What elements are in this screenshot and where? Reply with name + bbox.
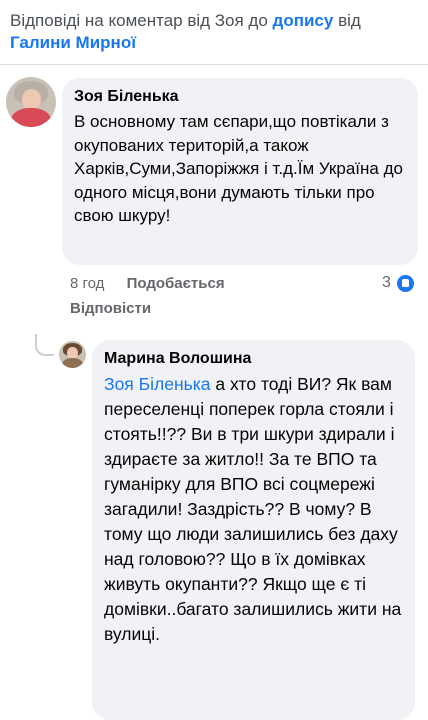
header-divider (0, 64, 428, 65)
header-middle: від (333, 11, 361, 30)
header-prefix: Відповіді на коментар від Зоя до (10, 11, 273, 30)
reaction-count: 3 (382, 274, 391, 291)
comment-text: В основному там сєпари,що повтікали з ок… (74, 112, 403, 225)
author-link[interactable]: Галини Мирної (10, 33, 136, 52)
reply-body: а хто тоді ВИ? Як вам переселенці попере… (104, 374, 402, 644)
like-button[interactable]: Подобається (127, 274, 225, 294)
avatar[interactable] (59, 341, 86, 368)
mention-link[interactable]: Зоя Біленька (104, 374, 211, 394)
avatar[interactable] (6, 77, 56, 127)
post-link[interactable]: допису (273, 11, 334, 30)
comment-thread-header: Відповіді на коментар від Зоя до допису … (10, 10, 418, 54)
reply-text: Зоя Біленька а хто тоді ВИ? Як вам перес… (104, 372, 403, 647)
comment-actions: 8 год Подобається (70, 274, 418, 294)
reply-bubble: Марина Волошина Зоя Біленька а хто тоді … (92, 340, 415, 720)
reply-button[interactable]: Відповісти (70, 300, 151, 317)
reaction-summary[interactable]: 3 (382, 274, 415, 292)
reply-author[interactable]: Марина Волошина (104, 348, 403, 369)
comment-bubble: Зоя Біленька В основному там сєпари,що п… (62, 78, 418, 265)
comment-time[interactable]: 8 год (70, 274, 104, 294)
comment-author[interactable]: Зоя Біленька (74, 86, 406, 107)
like-icon (397, 274, 415, 292)
thread-connector (35, 334, 54, 356)
